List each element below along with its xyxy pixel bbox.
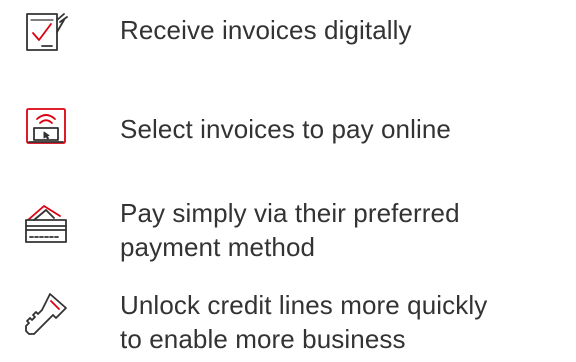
feature-text: Receive invoices digitally (120, 15, 412, 45)
feature-text: Select invoices to pay online (120, 114, 451, 144)
feature-text-line-2: to enable more business (120, 324, 406, 354)
feature-text: Unlock credit lines more quickly (120, 290, 488, 320)
credit-card-icon (20, 196, 72, 248)
feature-list: Receive invoices digitally Select invoic… (0, 0, 576, 362)
feature-text-line-2: payment method (120, 232, 316, 262)
wireless-laptop-icon (20, 100, 72, 152)
feature-text: Pay simply via their preferred (120, 198, 460, 228)
key-icon (20, 288, 72, 340)
checklist-document-icon (20, 6, 72, 58)
